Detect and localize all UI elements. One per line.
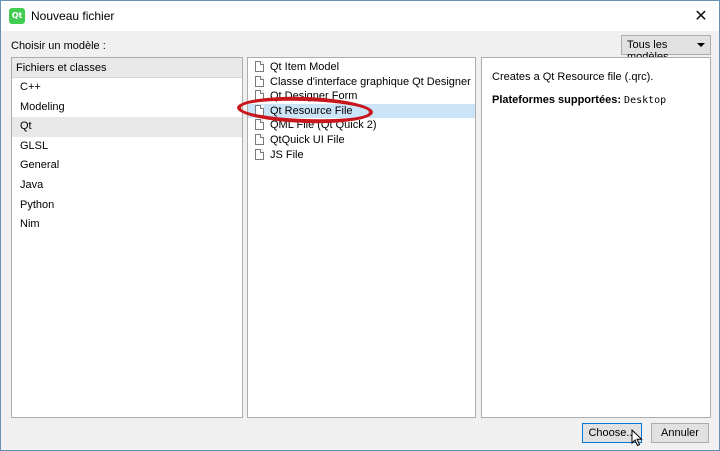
file-icon	[255, 104, 264, 116]
template-label: QtQuick UI File	[270, 133, 345, 146]
template-label: Qt Resource File	[270, 104, 353, 117]
template-label: QML File (Qt Quick 2)	[270, 119, 377, 132]
category-item-selected[interactable]: Qt	[12, 117, 242, 137]
template-label: Qt Designer Form	[270, 90, 358, 103]
description-panel: Creates a Qt Resource file (.qrc). Plate…	[481, 57, 711, 418]
template-item[interactable]: QML File (Qt Quick 2)	[248, 118, 475, 133]
template-item-selected[interactable]: Qt Resource File	[248, 103, 475, 119]
new-file-dialog: Qt Nouveau fichier ✕ Choisir un modèle :…	[0, 0, 720, 451]
template-label: Qt Item Model	[270, 61, 340, 73]
platforms-label: Plateformes supportées:	[492, 94, 621, 106]
cancel-button[interactable]: Annuler	[651, 423, 709, 443]
file-icon	[255, 75, 264, 87]
chevron-down-icon	[697, 43, 705, 47]
file-icon	[255, 90, 264, 102]
category-item[interactable]: Java	[12, 176, 242, 196]
window-title: Nouveau fichier	[31, 9, 115, 23]
template-item[interactable]: Qt Item Model	[248, 60, 475, 75]
template-description: Creates a Qt Resource file (.qrc).	[492, 71, 654, 83]
category-panel: Fichiers et classes C++ Modeling Qt GLSL…	[11, 57, 243, 418]
platforms-value: Desktop	[624, 95, 667, 106]
category-item[interactable]: Modeling	[12, 98, 242, 118]
category-header: Fichiers et classes	[12, 58, 242, 78]
choose-button[interactable]: Choose...	[582, 423, 642, 443]
template-label: Classe d'interface graphique Qt Designer	[270, 75, 471, 88]
qt-logo-icon: Qt	[9, 8, 25, 24]
template-item[interactable]: QtQuick UI File	[248, 133, 475, 148]
template-label: JS File	[270, 148, 304, 161]
file-icon	[255, 119, 264, 131]
category-item[interactable]: C++	[12, 78, 242, 98]
category-item[interactable]: Python	[12, 196, 242, 216]
choose-template-label: Choisir un modèle :	[11, 40, 106, 52]
file-icon	[255, 148, 264, 160]
template-item[interactable]: Classe d'interface graphique Qt Designer	[248, 75, 475, 90]
template-item[interactable]: JS File	[248, 148, 475, 163]
template-panel: Qt Item Model Classe d'interface graphiq…	[247, 57, 476, 418]
close-icon[interactable]: ✕	[691, 6, 711, 26]
template-filter-dropdown[interactable]: Tous les modèles	[621, 35, 711, 63]
file-icon	[255, 133, 264, 145]
supported-platforms: Plateformes supportées: Desktop	[482, 83, 710, 106]
category-item[interactable]: GLSL	[12, 137, 242, 157]
title-bar: Qt Nouveau fichier ✕	[1, 1, 719, 31]
template-item[interactable]: Qt Designer Form	[248, 89, 475, 104]
file-icon	[255, 61, 264, 72]
category-item[interactable]: Nim	[12, 215, 242, 235]
category-item[interactable]: General	[12, 156, 242, 176]
